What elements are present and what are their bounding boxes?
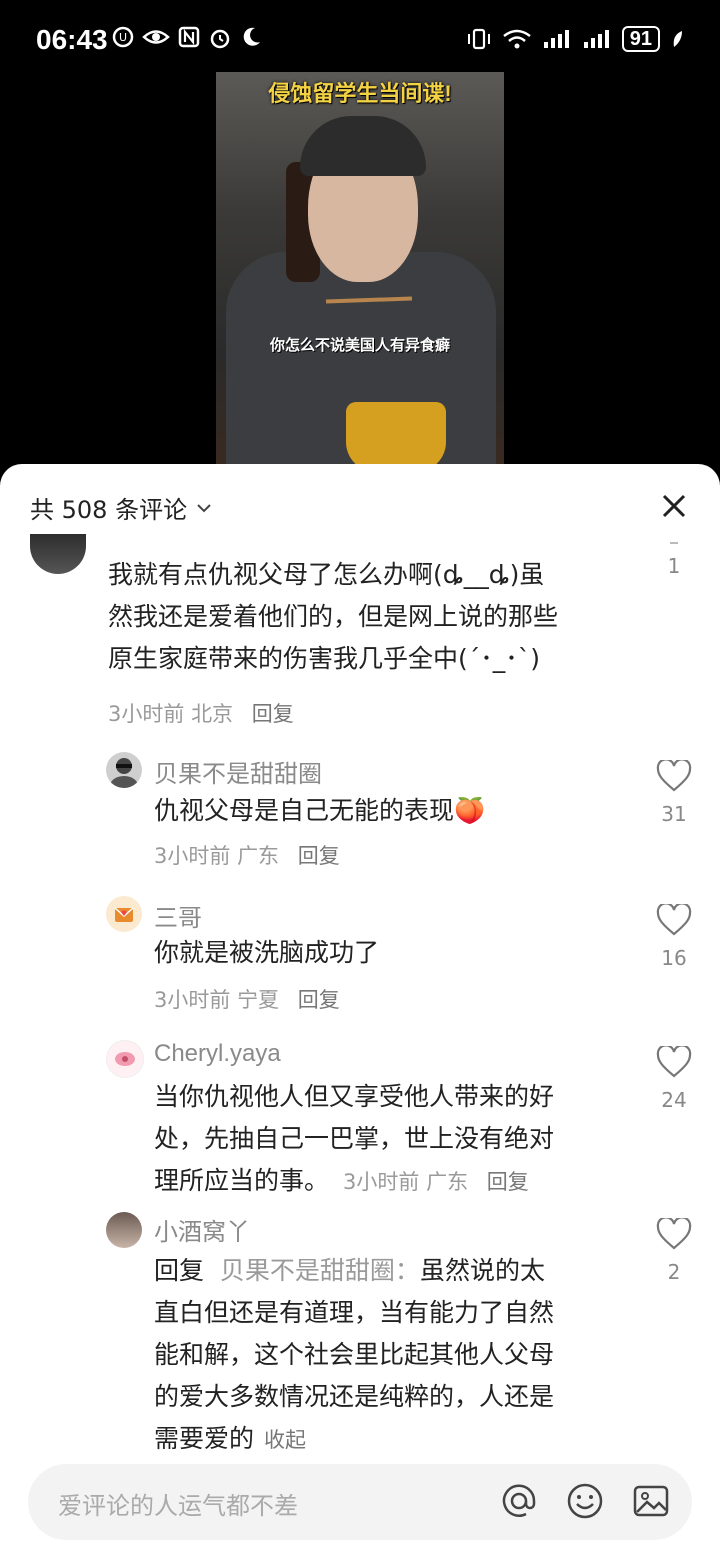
comment-text: 回复 贝果不是甜甜圈：虽然说的太 直白但还是有道理，当有能力了自然 能和解，这个…: [154, 1250, 634, 1461]
comments-count-title: 共 508 条评论: [30, 496, 188, 524]
status-right-icons: 91: [466, 26, 684, 52]
input-actions: [500, 1482, 670, 1520]
wifi-icon: [502, 29, 531, 49]
comment-text-line: 直白但还是有道理，当有能力了自然: [154, 1298, 555, 1327]
comment-time: 3小时前: [154, 844, 231, 868]
status-left-icons: U: [112, 26, 262, 50]
moon-icon: [243, 27, 260, 46]
chevron-down-icon: [197, 503, 211, 512]
comment-meta: 3小时前 广东 回复: [154, 840, 340, 870]
comment-input[interactable]: 爱评论的人运气都不差: [28, 1464, 692, 1540]
comment-input-placeholder: 爱评论的人运气都不差: [58, 1492, 298, 1520]
collapse-button[interactable]: 收起: [264, 1428, 306, 1452]
heart-icon-partial: [670, 542, 678, 544]
comment-text: 仇视父母是自己无能的表现🍑: [154, 790, 485, 832]
comment-text-content: 仇视父母是自己无能的表现: [154, 796, 455, 825]
alarm-icon: [210, 29, 230, 49]
comment-text: 你就是被洗脑成功了: [154, 938, 380, 967]
reply-prefix: 回复: [154, 1256, 205, 1285]
vibrate-icon: [467, 28, 490, 50]
status-bar: 06:43 U 91: [0, 0, 720, 80]
reply-button[interactable]: 回复: [298, 988, 340, 1012]
comment-meta: 3小时前 广东 回复: [343, 1170, 529, 1194]
comment-time: 3小时前: [108, 702, 185, 726]
like-count: 24: [661, 1088, 687, 1112]
like-control[interactable]: 1: [654, 542, 694, 578]
avatar-image: [110, 758, 138, 788]
video-caption: 侵蚀留学生当间谍!: [268, 81, 452, 106]
username[interactable]: Cheryl.yaya: [154, 1040, 281, 1068]
username[interactable]: 贝果不是甜甜圈: [154, 754, 322, 789]
comment-time: 3小时前: [343, 1170, 420, 1194]
comment-text-line: 我就有点仇视父母了怎么办啊(ȡ__ȡ)虽: [108, 560, 545, 589]
comment-text-line: 原生家庭带来的伤害我几乎全中(´･_･`): [108, 644, 541, 673]
username[interactable]: 三哥: [154, 898, 202, 933]
comment-meta: 3小时前 宁夏 回复: [154, 984, 340, 1014]
reply-button[interactable]: 回复: [487, 1170, 529, 1194]
video-scene-cap: [300, 116, 426, 176]
emoji-icon[interactable]: [566, 1482, 604, 1520]
close-icon[interactable]: [658, 490, 690, 522]
comment-location: 广东: [426, 1170, 469, 1194]
like-control[interactable]: 24: [654, 1044, 694, 1112]
signal-icon-2: [583, 30, 609, 48]
heart-icon: [656, 902, 692, 936]
comment-location: 宁夏: [237, 988, 280, 1012]
comment-text-line: 然我还是爱着他们的，但是网上说的那些: [108, 602, 559, 631]
heart-icon: [656, 1216, 692, 1250]
leaf-icon: [673, 31, 682, 47]
comment-text-line: 的爱大多数情况还是纯粹的，人还是: [154, 1382, 555, 1411]
comment-text-line: 理所应当的事。: [154, 1166, 330, 1195]
nfc-icon: [178, 26, 200, 48]
comment-text-line: 虽然说的太: [419, 1256, 545, 1285]
reply-button[interactable]: 回复: [252, 702, 294, 726]
video-scene-pot: [346, 402, 446, 472]
avatar[interactable]: [106, 896, 142, 932]
like-count: 2: [667, 1260, 681, 1284]
signal-icon: [543, 30, 569, 48]
avatar[interactable]: [30, 534, 86, 574]
status-time: 06:43: [36, 24, 108, 55]
avatar-image: [114, 907, 134, 922]
notification-icon: U: [112, 26, 134, 48]
comment-text: 当你仇视他人但又享受他人带来的好 处，先抽自己一巴掌，世上没有绝对 理所应当的事…: [154, 1076, 634, 1203]
comment-text-line: 需要爱的: [154, 1424, 255, 1453]
like-count: 16: [661, 946, 687, 970]
username[interactable]: 小酒窝丫: [154, 1212, 250, 1247]
comment-meta: 3小时前 北京 回复: [108, 698, 294, 728]
avatar-image: [115, 1052, 135, 1066]
reply-to-username[interactable]: 贝果不是甜甜圈：: [220, 1256, 420, 1285]
comments-sheet: 共 508 条评论 我就有点仇视父母了怎么办啊(ȡ__ȡ)虽 然我还是爱着他们的…: [0, 464, 720, 1554]
like-control[interactable]: 31: [654, 758, 694, 826]
heart-icon: [656, 1044, 692, 1078]
like-control[interactable]: 2: [654, 1216, 694, 1284]
video-subtitle: 你怎么不说美国人有异食癖: [269, 336, 450, 354]
like-control[interactable]: 16: [654, 902, 694, 970]
peach-emoji-icon: 🍑: [454, 796, 486, 825]
avatar[interactable]: [106, 1212, 142, 1248]
like-count: 1: [667, 554, 681, 578]
heart-icon: [656, 758, 692, 792]
comment-text-line: 当你仇视他人但又享受他人带来的好: [154, 1082, 555, 1111]
reply-button[interactable]: 回复: [298, 844, 340, 868]
like-count: 31: [661, 802, 687, 826]
comment-location: 北京: [191, 702, 234, 726]
comment-text-line: 处，先抽自己一巴掌，世上没有绝对: [154, 1124, 555, 1153]
eye-icon: [142, 30, 170, 44]
image-icon[interactable]: [632, 1482, 670, 1520]
comment-time: 3小时前: [154, 988, 231, 1012]
comment-location: 广东: [237, 844, 280, 868]
avatar[interactable]: [106, 1040, 144, 1078]
avatar[interactable]: [106, 752, 142, 788]
comments-header[interactable]: 共 508 条评论: [30, 490, 213, 525]
comment-text-line: 能和解，这个社会里比起其他人父母: [154, 1340, 555, 1369]
svg-text:U: U: [119, 31, 127, 44]
battery-indicator: 91: [621, 26, 660, 52]
at-icon[interactable]: [500, 1482, 538, 1520]
video-player[interactable]: 侵蚀留学生当间谍! 你怎么不说美国人有异食癖: [216, 72, 504, 472]
comment-text: 我就有点仇视父母了怎么办啊(ȡ__ȡ)虽 然我还是爱着他们的，但是网上说的那些 …: [108, 554, 638, 680]
